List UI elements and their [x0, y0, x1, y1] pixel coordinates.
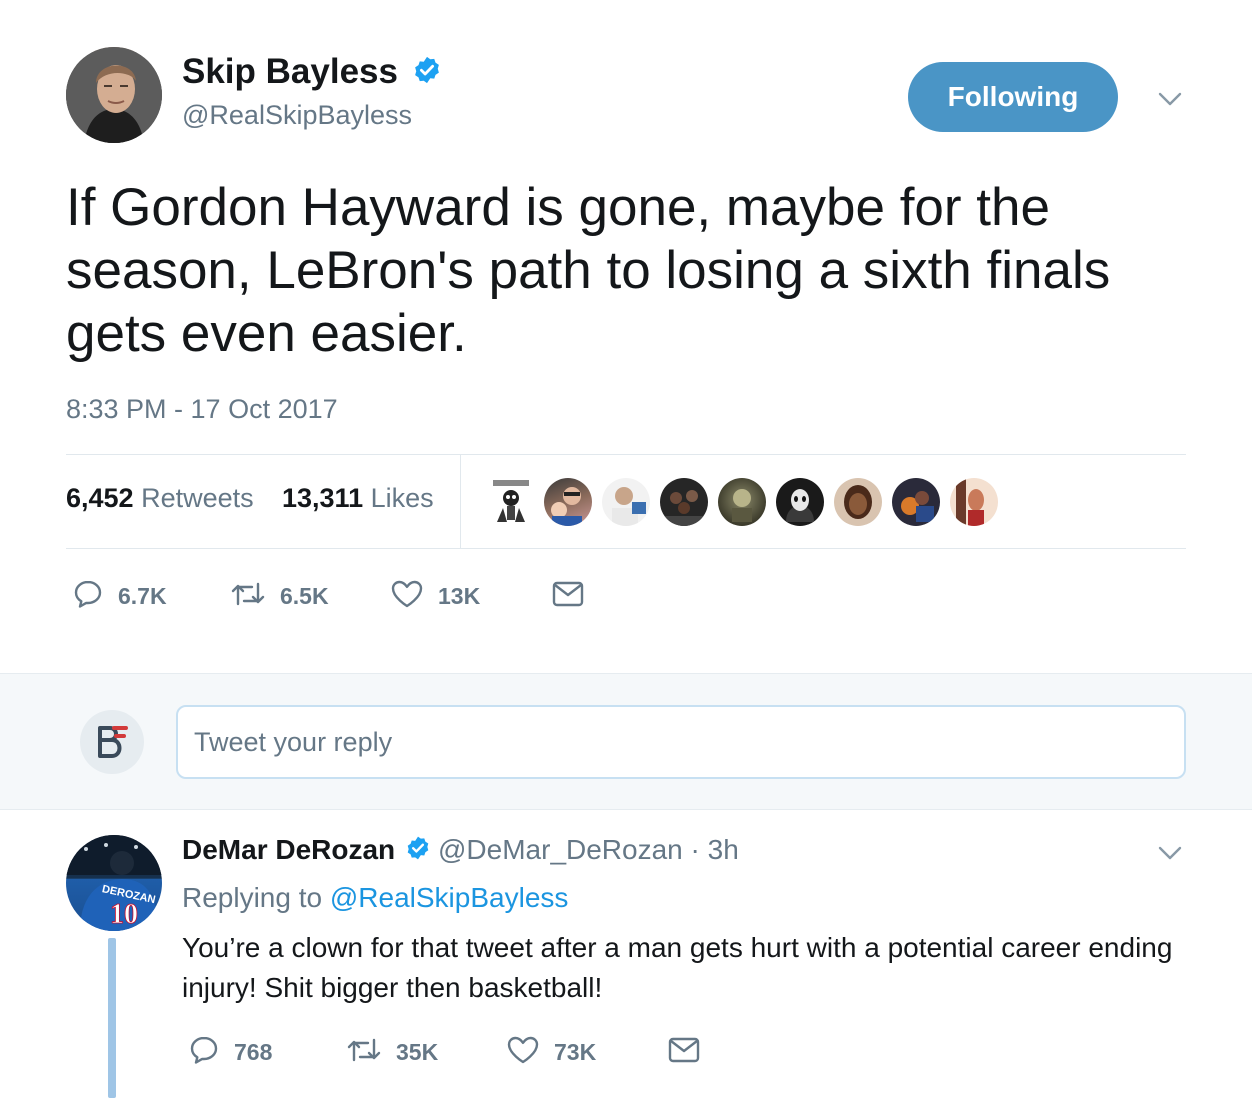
liker-avatar[interactable]	[660, 478, 708, 526]
reply-icon	[188, 1034, 220, 1071]
jersey-number: 10	[110, 899, 138, 930]
reply-count: 768	[234, 1039, 273, 1065]
direct-message-icon	[668, 1036, 700, 1069]
like-count: 73K	[554, 1039, 597, 1065]
verified-badge-icon	[403, 836, 431, 868]
retweets-stat[interactable]: 6,452 Retweets	[66, 483, 254, 514]
like-icon	[390, 578, 424, 615]
liker-avatar[interactable]	[718, 478, 766, 526]
replying-to-prefix: Replying to	[182, 882, 323, 913]
current-user-avatar[interactable]	[80, 710, 144, 774]
liker-avatar[interactable]	[776, 478, 824, 526]
retweet-action[interactable]: 35K	[346, 1034, 438, 1071]
reply-icon	[72, 578, 104, 615]
like-action[interactable]: 13K	[390, 578, 480, 615]
retweet-icon	[346, 1034, 382, 1071]
reply-author-name[interactable]: DeMar DeRozan	[182, 834, 431, 868]
divider	[66, 454, 1186, 455]
liker-avatar[interactable]	[487, 478, 535, 526]
reply-action[interactable]: 6.7K	[72, 578, 167, 615]
reply-author-name-text[interactable]: DeMar DeRozan	[182, 834, 395, 865]
reply-author-handle[interactable]: @DeMar_DeRozan	[438, 834, 683, 865]
divider	[460, 455, 461, 548]
chevron-down-icon[interactable]	[1157, 840, 1183, 871]
retweets-count: 6,452	[66, 483, 134, 513]
separator-dot: ·	[690, 834, 708, 865]
likes-label: Likes	[370, 483, 434, 513]
following-button[interactable]: Following	[908, 62, 1118, 132]
reply-input[interactable]	[176, 705, 1186, 779]
author-name[interactable]: Skip Bayless	[182, 52, 442, 94]
likes-count: 13,311	[282, 483, 364, 513]
likes-stat[interactable]: 13,311 Likes	[282, 483, 434, 514]
direct-message-action[interactable]	[668, 1036, 700, 1069]
reply-meta: @DeMar_DeRozan · 3h	[438, 834, 739, 866]
reply-count: 6.7K	[118, 583, 167, 609]
retweets-label: Retweets	[141, 483, 254, 513]
like-action[interactable]: 73K	[506, 1034, 596, 1071]
verified-badge-icon	[408, 54, 442, 94]
reply-tweet-text: You’re a clown for that tweet after a ma…	[182, 932, 1173, 1003]
reply-author-avatar[interactable]: DEROZAN 10	[66, 835, 162, 931]
like-icon	[506, 1034, 540, 1071]
author-handle[interactable]: @RealSkipBayless	[182, 100, 412, 131]
liker-avatar[interactable]	[834, 478, 882, 526]
liker-avatar[interactable]	[602, 478, 650, 526]
retweet-count: 6.5K	[280, 583, 329, 609]
liker-avatar[interactable]	[544, 478, 592, 526]
thread-line	[108, 938, 116, 1098]
direct-message-icon	[552, 580, 584, 613]
liker-avatar[interactable]	[892, 478, 940, 526]
replying-to: Replying to @RealSkipBayless	[182, 882, 568, 914]
author-name-text[interactable]: Skip Bayless	[182, 52, 398, 91]
replying-to-handle-link[interactable]: @RealSkipBayless	[330, 882, 569, 913]
like-count: 13K	[438, 583, 481, 609]
tweet-timestamp[interactable]: 8:33 PM - 17 Oct 2017	[66, 394, 338, 425]
divider	[66, 548, 1186, 549]
liker-avatar[interactable]	[950, 478, 998, 526]
retweet-icon	[230, 578, 266, 615]
retweet-action[interactable]: 6.5K	[230, 578, 329, 615]
retweet-count: 35K	[396, 1039, 439, 1065]
chevron-down-icon[interactable]	[1157, 86, 1183, 117]
tweet-text: If Gordon Hayward is gone, maybe for the…	[66, 178, 1111, 363]
reply-action[interactable]: 768	[188, 1034, 272, 1071]
author-avatar[interactable]	[66, 47, 162, 143]
reply-time-ago[interactable]: 3h	[708, 834, 739, 865]
direct-message-action[interactable]	[552, 580, 584, 613]
